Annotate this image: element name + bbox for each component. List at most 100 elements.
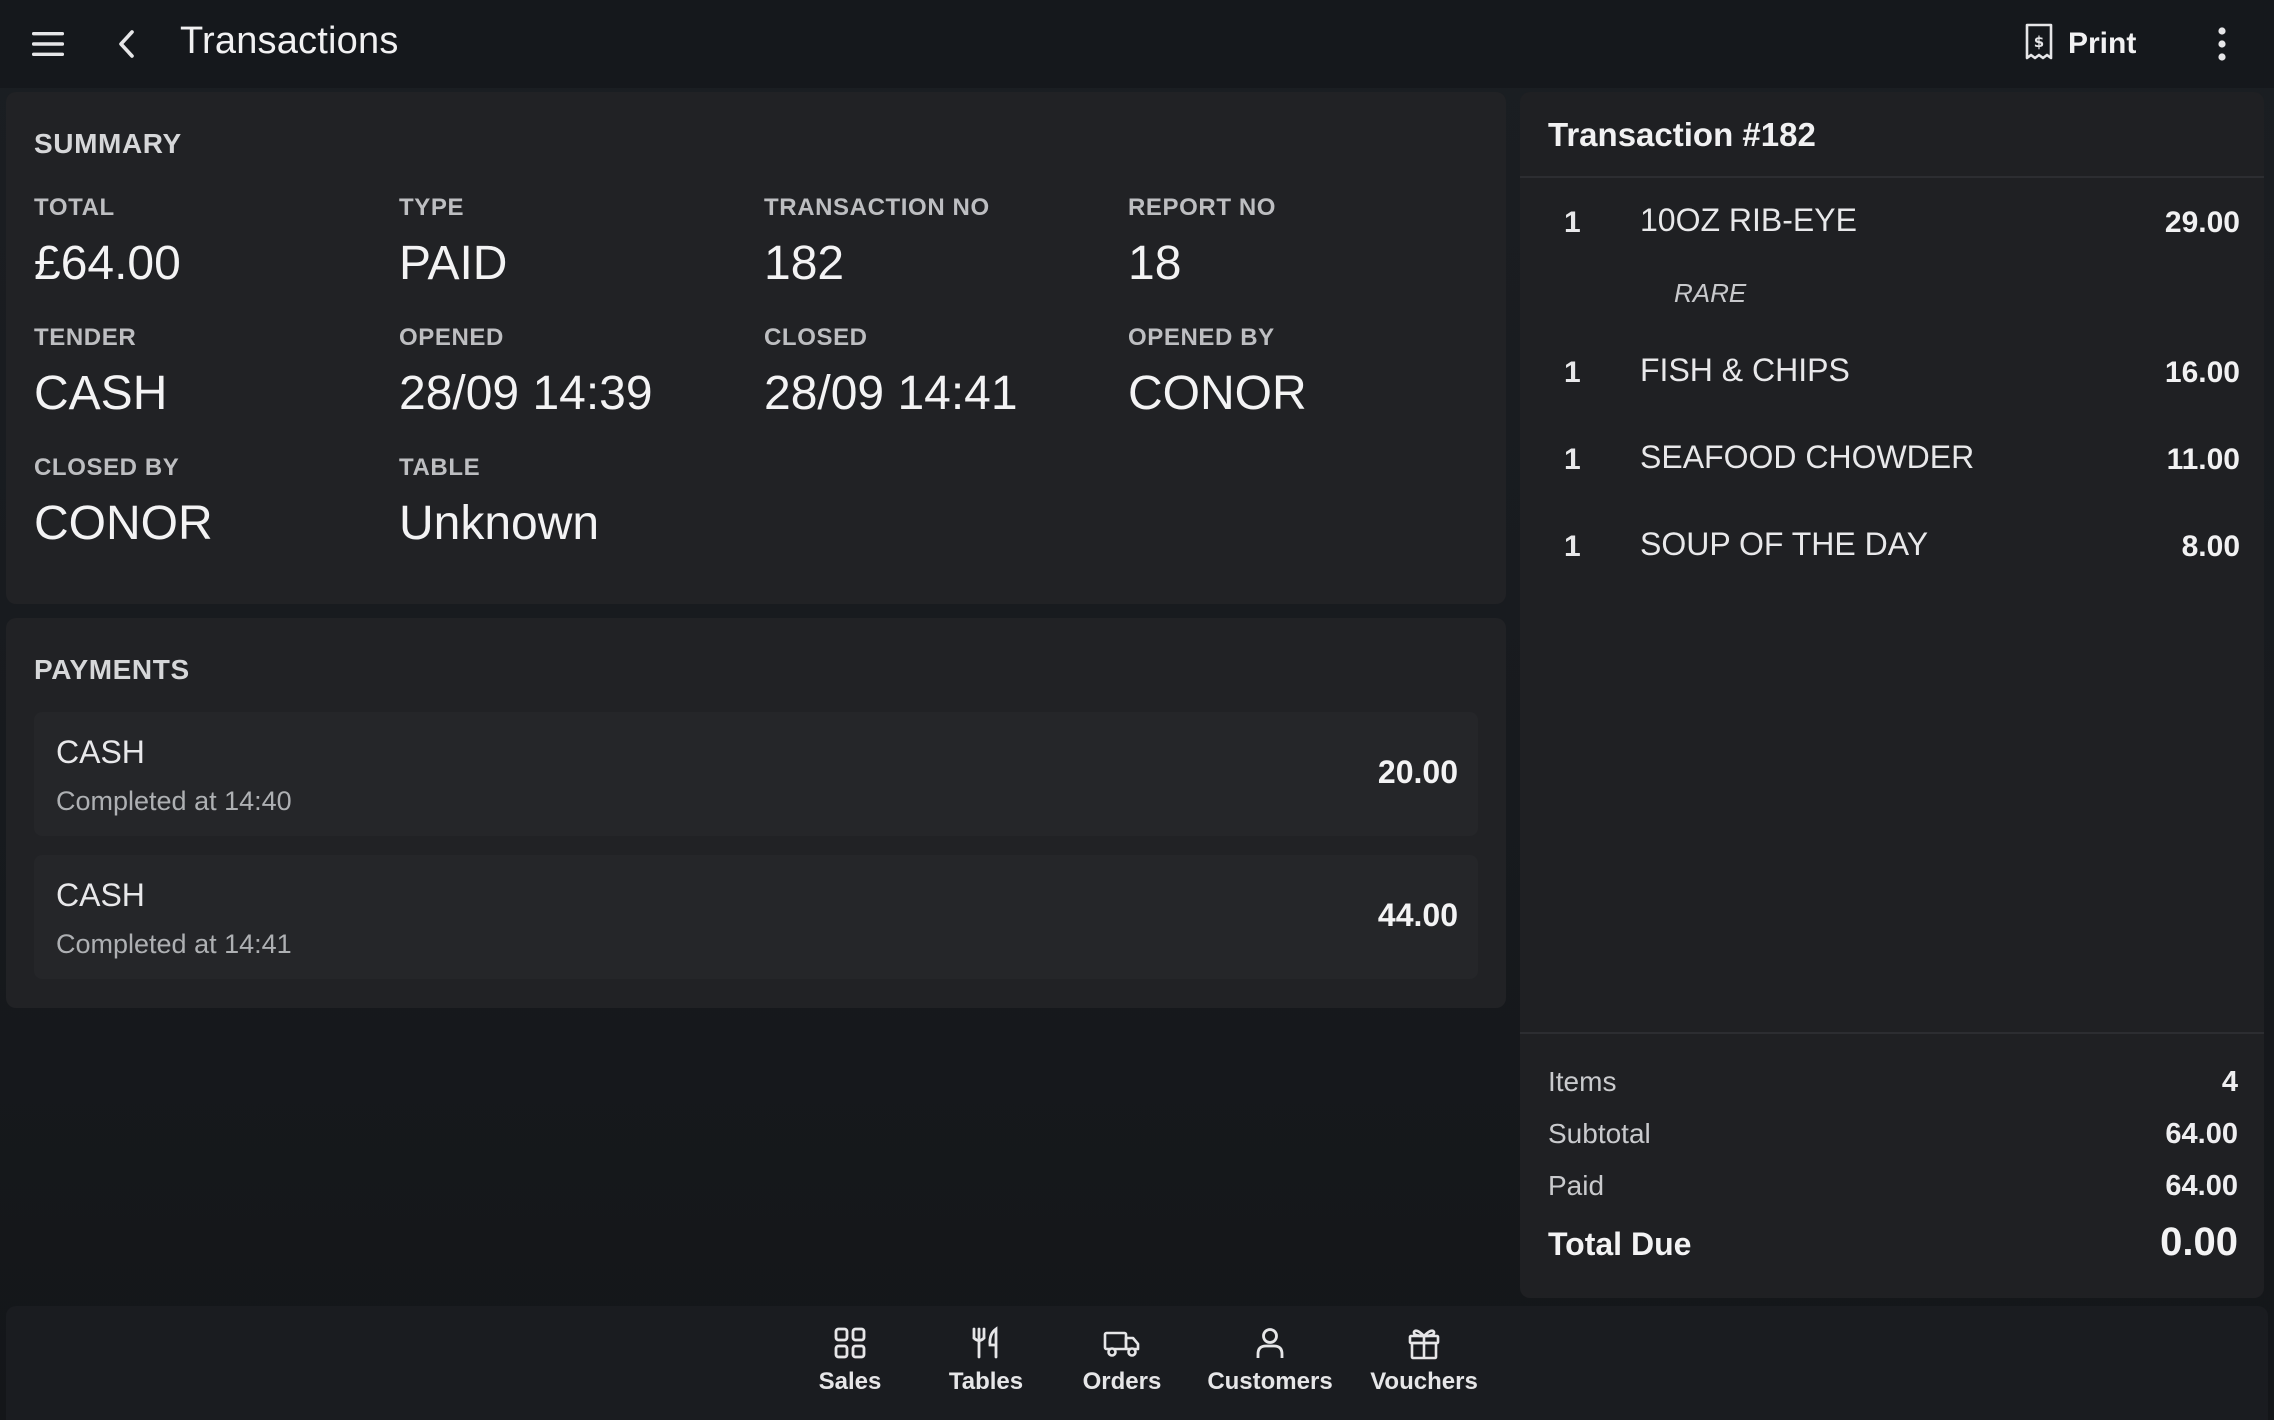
field-closed-by: CLOSED BY CONOR — [34, 454, 213, 551]
payments-card: PAYMENTS CASH Completed at 14:40 20.00 C… — [6, 618, 1506, 1008]
totals-items-row: Items 4 — [1548, 1066, 2238, 1099]
field-report-no: REPORT NO 18 — [1128, 194, 1276, 291]
person-icon — [1253, 1326, 1287, 1360]
payment-amount: 44.00 — [1377, 897, 1458, 933]
more-vert-icon[interactable] — [2204, 22, 2240, 66]
payment-tender: CASH — [56, 734, 145, 770]
field-label: OPENED — [399, 324, 504, 351]
line-item-name: SEAFOOD CHOWDER — [1640, 439, 1975, 475]
field-transaction-no: TRANSACTION NO 182 — [764, 194, 990, 291]
nav-customers[interactable]: Customers — [1202, 1326, 1338, 1396]
totals-value: 64.00 — [2165, 1118, 2238, 1150]
field-value: CONOR — [34, 497, 213, 550]
receipt-panel: Transaction #182 1 10OZ RIB-EYE 29.00 RA… — [1520, 92, 2264, 1298]
field-label: TOTAL — [34, 194, 115, 221]
field-value: CONOR — [1128, 367, 1307, 420]
cutlery-icon — [969, 1326, 1003, 1360]
line-item-qty: 1 — [1564, 443, 1581, 476]
summary-card: SUMMARY TOTAL £64.00 TYPE PAID TRANSACTI… — [6, 92, 1506, 604]
line-item[interactable]: 1 FISH & CHIPS 16.00 — [1520, 342, 2264, 402]
totals-label: Items — [1548, 1066, 1617, 1097]
line-item-modifier: RARE — [1674, 278, 1747, 308]
field-value: 18 — [1128, 237, 1182, 290]
print-button[interactable]: $ Print — [2024, 18, 2136, 70]
nav-vouchers[interactable]: Vouchers — [1366, 1326, 1482, 1396]
field-value: CASH — [34, 367, 168, 420]
divider — [1520, 176, 2264, 178]
line-item-price: 8.00 — [2181, 530, 2240, 563]
receipt-icon: $ — [2024, 23, 2054, 66]
line-item-qty: 1 — [1564, 356, 1581, 389]
gift-icon — [1407, 1326, 1441, 1360]
print-label: Print — [2068, 27, 2137, 60]
field-label: TYPE — [399, 194, 465, 221]
field-closed: CLOSED 28/09 14:41 — [764, 324, 1018, 421]
line-item-name: 10OZ RIB-EYE — [1640, 202, 1857, 238]
field-type: TYPE PAID — [399, 194, 507, 291]
totals-paid-row: Paid 64.00 — [1548, 1170, 2238, 1203]
nav-label: Tables — [948, 1368, 1024, 1395]
line-item-qty: 1 — [1564, 206, 1581, 239]
field-total: TOTAL £64.00 — [34, 194, 181, 291]
payment-status: Completed at 14:41 — [56, 929, 292, 959]
nav-label: Orders — [1082, 1368, 1162, 1395]
line-item-price: 16.00 — [2164, 356, 2240, 389]
divider — [1520, 1032, 2264, 1034]
total-due-label: Total Due — [1548, 1226, 1692, 1262]
nav-label: Customers — [1207, 1368, 1333, 1395]
field-label: CLOSED — [764, 324, 868, 351]
payment-row[interactable]: CASH Completed at 14:40 20.00 — [34, 712, 1478, 836]
summary-title: SUMMARY — [34, 128, 182, 159]
field-value: 182 — [764, 237, 845, 290]
grid-icon — [833, 1326, 867, 1360]
field-value: £64.00 — [34, 237, 181, 290]
line-item-qty: 1 — [1564, 530, 1581, 563]
payment-tender: CASH — [56, 877, 145, 913]
field-value: PAID — [399, 237, 508, 290]
page-title: Transactions — [180, 20, 399, 62]
totals-label: Paid — [1548, 1170, 1605, 1201]
line-item[interactable]: 1 SEAFOOD CHOWDER 11.00 — [1520, 429, 2264, 489]
field-tender: TENDER CASH — [34, 324, 167, 421]
nav-sales[interactable]: Sales — [806, 1326, 894, 1396]
line-item-price: 11.00 — [2166, 443, 2240, 476]
field-label: REPORT NO — [1128, 194, 1277, 221]
back-chevron-icon[interactable] — [108, 26, 144, 62]
bottom-navigation: Sales Tables Orders Customers Vouchers — [6, 1306, 2268, 1420]
totals-due-row: Total Due 0.00 — [1548, 1220, 2238, 1265]
field-label: OPENED BY — [1128, 324, 1275, 351]
field-value: Unknown — [399, 497, 600, 550]
payment-amount: 20.00 — [1377, 754, 1458, 790]
menu-icon[interactable] — [30, 28, 66, 60]
receipt-title: Transaction #182 — [1548, 116, 1816, 153]
total-due-value: 0.00 — [2160, 1220, 2238, 1264]
field-label: TABLE — [399, 454, 481, 481]
field-table: TABLE Unknown — [399, 454, 599, 551]
top-app-bar: Transactions $ Print — [0, 0, 2274, 88]
field-value: 28/09 14:41 — [764, 367, 1018, 420]
totals-label: Subtotal — [1548, 1118, 1651, 1149]
field-label: TENDER — [34, 324, 137, 351]
nav-tables[interactable]: Tables — [938, 1326, 1034, 1396]
payment-status: Completed at 14:40 — [56, 786, 292, 816]
payment-row[interactable]: CASH Completed at 14:41 44.00 — [34, 855, 1478, 979]
totals-value: 4 — [2221, 1066, 2238, 1098]
svg-text:$: $ — [2034, 33, 2044, 51]
field-label: CLOSED BY — [34, 454, 180, 481]
line-item-price: 29.00 — [2164, 206, 2240, 239]
totals-subtotal-row: Subtotal 64.00 — [1548, 1118, 2238, 1151]
line-item-name: SOUP OF THE DAY — [1640, 526, 1929, 562]
nav-label: Sales — [818, 1368, 882, 1395]
nav-orders[interactable]: Orders — [1072, 1326, 1172, 1396]
field-opened: OPENED 28/09 14:39 — [399, 324, 653, 421]
totals-value: 64.00 — [2165, 1170, 2238, 1202]
delivery-truck-icon — [1103, 1326, 1141, 1360]
line-item-name: FISH & CHIPS — [1640, 352, 1850, 388]
payments-title: PAYMENTS — [34, 654, 190, 685]
line-item[interactable]: 1 SOUP OF THE DAY 8.00 — [1520, 516, 2264, 576]
line-item[interactable]: 1 10OZ RIB-EYE 29.00 — [1520, 192, 2264, 252]
nav-label: Vouchers — [1370, 1368, 1478, 1395]
field-value: 28/09 14:39 — [399, 367, 653, 420]
field-label: TRANSACTION NO — [764, 194, 990, 221]
field-opened-by: OPENED BY CONOR — [1128, 324, 1307, 421]
